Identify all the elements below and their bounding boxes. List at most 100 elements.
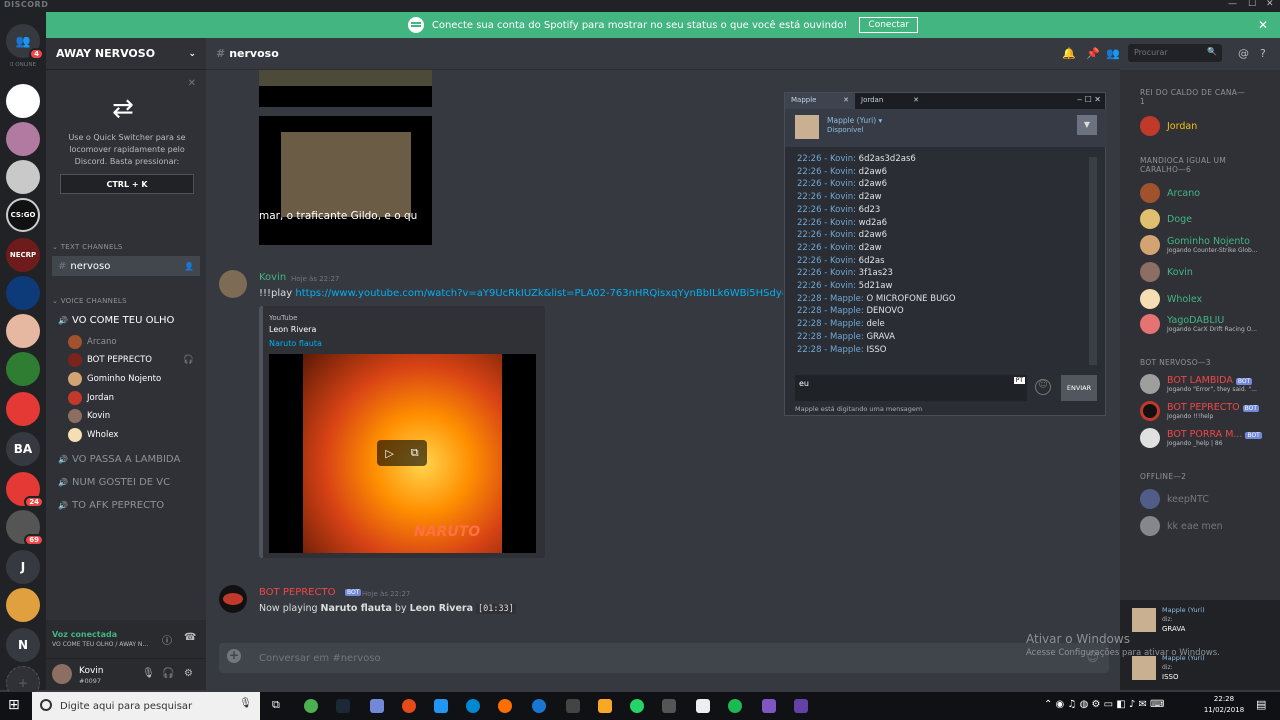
whatsapp-icon[interactable] (630, 699, 644, 713)
member-item[interactable]: Arcano (1140, 183, 1200, 203)
members-icon[interactable]: 👥 (1106, 47, 1120, 60)
member-item[interactable]: Kovin (1140, 262, 1193, 282)
mention-icon[interactable]: @ (1238, 47, 1249, 60)
tab-mapple[interactable]: Mapple ✕ (785, 93, 855, 109)
member-item[interactable]: Wholex (1140, 289, 1202, 309)
server-icon[interactable] (6, 352, 40, 386)
close-banner-icon[interactable]: ✕ (1258, 18, 1268, 32)
embed-video[interactable]: NARUTO ▷ ⧉ (269, 354, 536, 553)
voice-user[interactable]: Jordan (68, 391, 114, 405)
file-explorer-icon[interactable] (598, 699, 612, 713)
member-item[interactable]: Doge (1140, 209, 1192, 229)
tray-icons[interactable]: ⌃ ◉ ♫ ◍ ⚙ ▭ ◧ ♪ ✉ ⌨ (1044, 699, 1164, 710)
connect-button[interactable]: Conectar (859, 17, 919, 33)
message-author[interactable]: Kovin (259, 272, 286, 283)
server-icon-j[interactable]: J (6, 550, 40, 584)
origin-icon[interactable] (402, 699, 416, 713)
pin-icon[interactable]: 📌 (1086, 47, 1100, 60)
store-icon[interactable] (434, 699, 448, 713)
close-tab-icon[interactable]: ✕ (913, 96, 919, 106)
window-controls-icon[interactable]: ‒ ☐ ✕ (1073, 93, 1105, 109)
server-icon[interactable] (6, 588, 40, 622)
minimize-icon[interactable]: — (1228, 0, 1237, 9)
server-icon[interactable]: 69 (6, 510, 44, 546)
search-input[interactable]: Procurar 🔍 (1128, 44, 1222, 62)
close-tip-icon[interactable]: ✕ (188, 78, 196, 89)
embed-author[interactable]: Leon Rivera (269, 325, 316, 334)
close-tab-icon[interactable]: ✕ (843, 96, 849, 106)
chrome-icon[interactable] (304, 699, 318, 713)
info-icon[interactable]: ⓘ (162, 632, 172, 647)
member-item[interactable]: Gominho Nojento Jogando Counter-Strike Gl… (1140, 235, 1258, 255)
play-icon[interactable]: ▷ (385, 447, 393, 460)
microphone-icon[interactable]: 🎙 (239, 698, 252, 709)
emoticon-icon[interactable]: ☺ (1035, 379, 1051, 395)
youtube-link[interactable]: https://www.youtube.com/watch?v=aY9UcRkI… (295, 288, 783, 299)
previous-image[interactable] (259, 70, 432, 107)
upload-icon[interactable]: + (227, 649, 241, 663)
friend-avatar[interactable] (795, 115, 819, 139)
send-button[interactable]: ENVIAR (1061, 375, 1097, 401)
server-icon-ba[interactable]: BA (6, 432, 40, 466)
member-item[interactable]: BOT PEPRECTO BOT Jogando !!!help (1140, 401, 1260, 421)
taskbar-search[interactable]: Digite aqui para pesquisar 🎙 (32, 692, 260, 720)
scrollbar[interactable] (1089, 157, 1097, 365)
voice-channel[interactable]: 🔊 VO PASSA A LAMBIDA (52, 449, 200, 469)
mail-icon[interactable] (696, 699, 710, 713)
member-item[interactable]: YagoDABLIU Jogando CarX Drift Racing O... (1140, 314, 1257, 334)
discord-icon[interactable] (370, 699, 384, 713)
help-icon[interactable]: ? (1260, 47, 1266, 60)
close-icon[interactable]: ✕ (1266, 0, 1274, 9)
server-icon[interactable] (6, 122, 40, 156)
friend-name[interactable]: Mapple (Yuri) ▾ (827, 116, 882, 125)
server-icon[interactable]: 24 (6, 472, 44, 508)
edge-icon[interactable] (532, 699, 546, 713)
microphone-icon[interactable]: 🎙 (142, 668, 155, 679)
dropdown-icon[interactable]: ▼ (1077, 115, 1097, 135)
video-thumbnail[interactable]: mar, o traficante Gildo, e o qu (259, 116, 432, 245)
disconnect-icon[interactable]: ☎ (184, 632, 196, 643)
settings-gear-icon[interactable]: ⚙ (184, 668, 193, 679)
server-icon[interactable] (6, 392, 40, 426)
text-channels-header[interactable]: ⌄ TEXT CHANNELS (52, 243, 123, 251)
headphones-icon[interactable]: 🎧 (162, 668, 174, 679)
member-item[interactable]: keepNTC (1140, 489, 1209, 509)
member-item[interactable]: BOT LAMBIDA BOT Jogando "Error", they said… (1140, 374, 1257, 394)
member-item[interactable]: kk eae men (1140, 516, 1223, 536)
spotify-icon[interactable] (728, 699, 742, 713)
clock-time[interactable]: 22:28 (1204, 695, 1244, 703)
server-header[interactable]: AWAY NERVOSO ⌄ (46, 38, 206, 70)
member-item[interactable]: Jordan (1140, 116, 1197, 136)
voice-user[interactable]: Gominho Nojento (68, 372, 161, 386)
voice-channel-active[interactable]: 🔊 VO COME TEU OLHO (52, 310, 200, 330)
voice-channels-header[interactable]: ⌄ VOICE CHANNELS (52, 297, 127, 305)
tab-jordan[interactable]: Jordan ✕ (855, 93, 925, 109)
avatar[interactable] (219, 270, 247, 298)
voice-channel[interactable]: 🔊 TO AFK PEPRECTO (52, 495, 200, 515)
voice-channel[interactable]: 🔊 NUM GOSTEI DE VC (52, 472, 200, 492)
maximize-icon[interactable]: ☐ (1248, 0, 1256, 9)
server-icon[interactable]: NECRP (6, 238, 40, 272)
server-icon[interactable] (6, 314, 40, 348)
server-icon[interactable] (6, 276, 40, 310)
avatar[interactable] (219, 585, 247, 613)
server-icon-n[interactable]: N (6, 628, 40, 662)
member-item[interactable]: BOT PORRA M... BOT Jogando _help | 86 (1140, 428, 1262, 448)
message-author[interactable]: BOT PEPRECTO (259, 587, 335, 598)
app-icon[interactable] (466, 699, 480, 713)
app-icon[interactable] (566, 699, 580, 713)
voice-user[interactable]: Kovin (68, 409, 110, 423)
voice-user[interactable]: BOT PEPRECTO 🎧 (68, 353, 194, 367)
notification-center-icon[interactable]: ▤ (1256, 698, 1266, 711)
message-input[interactable]: + Conversar em #nervoso ☺ (219, 643, 1109, 673)
app-icon[interactable] (762, 699, 776, 713)
embed-title[interactable]: Naruto flauta (269, 339, 322, 348)
server-icon[interactable]: CS:GO (6, 198, 40, 232)
channel-nervoso[interactable]: # nervoso 👤 (52, 256, 200, 276)
app-icon[interactable] (662, 699, 676, 713)
server-icon[interactable] (6, 160, 40, 194)
windows-start-icon[interactable]: ⊞ (8, 697, 20, 713)
invite-icon[interactable]: 👤 (184, 262, 194, 271)
twitch-icon[interactable] (794, 699, 808, 713)
avatar[interactable] (52, 664, 72, 684)
